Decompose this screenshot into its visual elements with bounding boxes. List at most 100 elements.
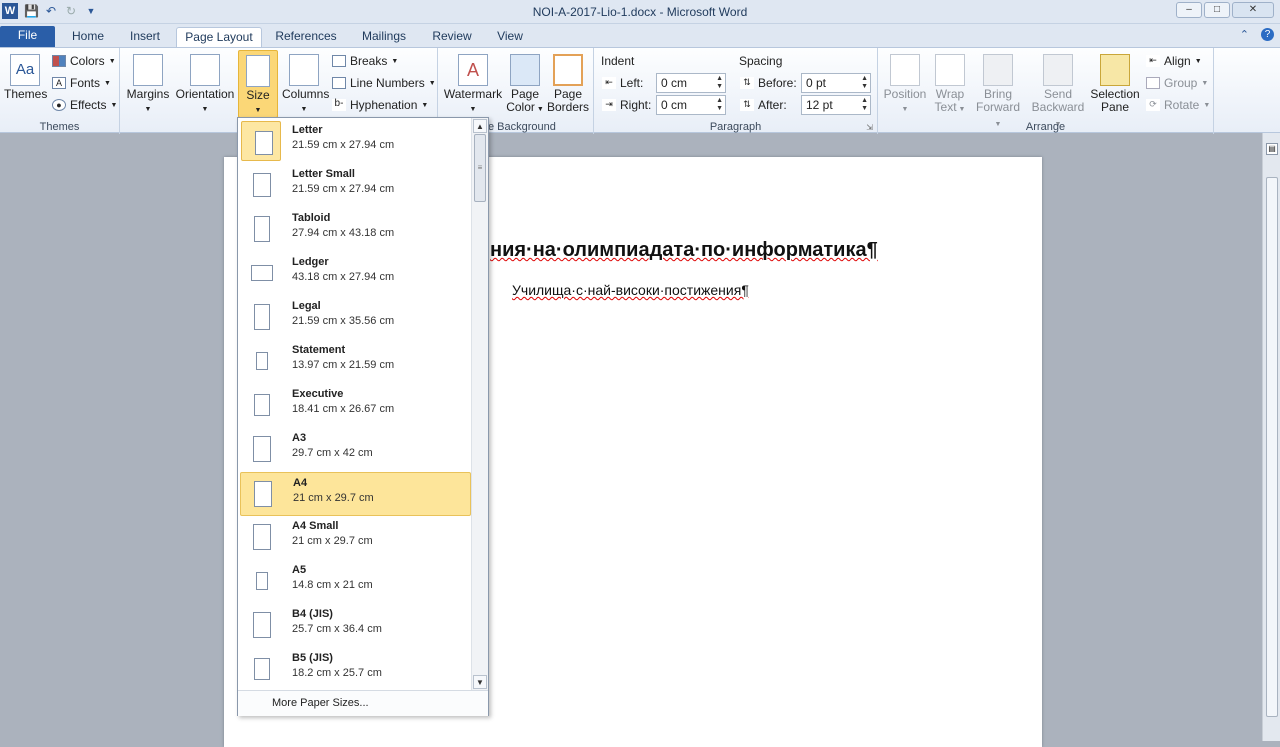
- watermark-button[interactable]: A Watermark ▼: [442, 54, 504, 116]
- columns-icon: [289, 54, 319, 86]
- paper-size-item[interactable]: Executive 18.41 cm x 26.67 cm: [240, 384, 471, 428]
- paper-size-thumbnail-icon: [254, 393, 270, 417]
- close-button[interactable]: ✕: [1232, 2, 1274, 18]
- paper-size-name: Letter: [292, 124, 323, 136]
- wrap-text-icon: [935, 54, 965, 86]
- paper-size-thumbnail-icon: [254, 658, 270, 680]
- paper-size-dimensions: 21.59 cm x 27.94 cm: [292, 139, 395, 151]
- colors-button[interactable]: Colors ▼: [52, 54, 116, 68]
- hyphenation-label: Hyphenation: [350, 98, 418, 112]
- paper-size-name: A5: [292, 564, 307, 576]
- page-borders-button[interactable]: Page Borders: [546, 54, 590, 114]
- paper-size-thumbnail-icon: [253, 216, 271, 242]
- effects-button[interactable]: ● Effects ▼: [52, 98, 117, 112]
- tab-page-layout[interactable]: Page Layout: [176, 27, 262, 47]
- indent-right-input[interactable]: 0 cm ▲ ▼: [656, 95, 726, 115]
- page-color-button[interactable]: Page Color ▼: [506, 54, 544, 116]
- help-icon[interactable]: ?: [1261, 28, 1274, 41]
- paper-size-item[interactable]: A4 Small 21 cm x 29.7 cm: [240, 516, 471, 560]
- paper-size-name: B5 (JIS): [292, 652, 333, 664]
- paper-size-item[interactable]: Tabloid 27.94 cm x 43.18 cm: [240, 208, 471, 252]
- scroll-down-icon[interactable]: ▼: [473, 675, 487, 689]
- indent-right-icon: ⇥: [602, 99, 616, 111]
- paper-size-dimensions: 21.59 cm x 27.94 cm: [292, 183, 395, 195]
- paper-size-thumbnail-icon: [254, 304, 270, 330]
- orientation-button[interactable]: Orientation ▼: [174, 54, 236, 116]
- group-button[interactable]: Group ▼: [1146, 76, 1208, 90]
- paper-size-thumbnail-icon: [252, 612, 272, 638]
- bring-forward-button[interactable]: Bring Forward ▼: [972, 54, 1024, 131]
- spacing-after-label: ⇅ After:: [740, 98, 787, 112]
- size-label: Size: [246, 88, 270, 102]
- paper-size-name: Ledger: [292, 256, 329, 268]
- paragraph-dialog-launcher-icon[interactable]: ⇲: [866, 123, 873, 132]
- spacing-after-input[interactable]: 12 pt ▲ ▼: [801, 95, 871, 115]
- effects-icon: ●: [52, 99, 66, 111]
- paper-size-item[interactable]: A4 21 cm x 29.7 cm: [240, 472, 471, 516]
- size-button[interactable]: Size ▼: [238, 50, 278, 118]
- paper-size-dimensions: 21.59 cm x 35.56 cm: [292, 315, 395, 327]
- spacing-before-input[interactable]: 0 pt ▲ ▼: [801, 73, 871, 93]
- more-paper-sizes-label: More Paper Sizes...: [272, 697, 369, 709]
- minimize-ribbon-icon[interactable]: ⌃: [1240, 28, 1249, 41]
- paper-size-item[interactable]: Letter 21.59 cm x 27.94 cm: [240, 120, 471, 164]
- hyphenation-button[interactable]: b‐ Hyphenation ▼: [332, 98, 428, 112]
- paper-size-item[interactable]: Ledger 43.18 cm x 27.94 cm: [240, 252, 471, 296]
- paper-size-thumbnail-icon: [252, 173, 272, 197]
- fonts-button[interactable]: A Fonts ▼: [52, 76, 111, 90]
- paper-size-name: A4: [293, 477, 308, 489]
- tab-home[interactable]: Home: [62, 27, 114, 47]
- wrap-label-1: Wrap: [935, 87, 965, 101]
- paper-size-dimensions: 27.94 cm x 43.18 cm: [292, 227, 395, 239]
- tab-insert[interactable]: Insert: [120, 27, 170, 47]
- send-backward-button[interactable]: Send Backward ▼: [1028, 54, 1088, 131]
- margins-button[interactable]: Margins ▼: [126, 54, 170, 116]
- rotate-button[interactable]: ⟳ Rotate ▼: [1146, 98, 1210, 112]
- paper-size-item[interactable]: B4 (JIS) 25.7 cm x 36.4 cm: [240, 604, 471, 648]
- tab-file[interactable]: File: [0, 26, 55, 47]
- tab-review[interactable]: Review: [424, 27, 480, 47]
- watermark-icon: A: [458, 54, 488, 86]
- paper-size-item[interactable]: B5 (JIS) 18.2 cm x 25.7 cm: [240, 648, 471, 690]
- paper-size-item[interactable]: Statement 13.97 cm x 21.59 cm: [240, 340, 471, 384]
- line-numbers-button[interactable]: Line Numbers ▼: [332, 76, 436, 90]
- themes-button[interactable]: Aa Themes: [4, 54, 47, 101]
- size-dropdown: Letter 21.59 cm x 27.94 cm Letter Small 21.…: [237, 117, 489, 716]
- paper-size-item[interactable]: A5 14.8 cm x 21 cm: [240, 560, 471, 604]
- selection-pane-button[interactable]: Selection Pane: [1090, 54, 1140, 114]
- tab-view[interactable]: View: [488, 27, 532, 47]
- scrollbar-thumb[interactable]: [1266, 177, 1278, 717]
- maximize-button[interactable]: □: [1204, 2, 1230, 18]
- ruler-toggle-icon[interactable]: ▤: [1266, 143, 1278, 155]
- tab-mailings[interactable]: Mailings: [352, 27, 416, 47]
- paper-size-item[interactable]: A3 29.7 cm x 42 cm: [240, 428, 471, 472]
- indent-right-label: ⇥ Right:: [602, 98, 651, 112]
- paper-size-item[interactable]: Legal 21.59 cm x 35.56 cm: [240, 296, 471, 340]
- position-label: Position: [883, 87, 927, 101]
- indent-left-input[interactable]: 0 cm ▲ ▼: [656, 73, 726, 93]
- paper-size-name: Executive: [292, 388, 344, 400]
- wrap-text-button[interactable]: Wrap Text ▼: [930, 54, 970, 116]
- tab-references[interactable]: References: [268, 27, 344, 47]
- paper-size-thumbnail-icon: [255, 572, 269, 590]
- align-button[interactable]: ⇤ Align ▼: [1146, 54, 1202, 68]
- more-paper-sizes-item[interactable]: More Paper Sizes...: [238, 690, 488, 716]
- minimize-button[interactable]: –: [1176, 2, 1202, 18]
- paper-size-scroll-thumb[interactable]: ≡: [474, 134, 486, 202]
- scroll-up-icon[interactable]: ▲: [473, 119, 487, 133]
- paper-size-thumbnail-icon: [256, 351, 268, 371]
- columns-button[interactable]: Columns ▼: [282, 54, 329, 116]
- breaks-button[interactable]: Breaks ▼: [332, 54, 398, 68]
- paper-size-item[interactable]: Letter Small 21.59 cm x 27.94 cm: [240, 164, 471, 208]
- document-heading[interactable]: ния·на·олимпиадата·по·информатика¶: [490, 239, 878, 262]
- align-icon: ⇤: [1146, 55, 1160, 67]
- paper-size-name: A3: [292, 432, 307, 444]
- document-scrollbar[interactable]: ▤: [1262, 133, 1280, 741]
- breaks-label: Breaks: [350, 54, 388, 68]
- title-bar: W 💾 ↶ ↻ ▼ NOI-A-2017-Lio-1.docx - Micros…: [0, 0, 1280, 24]
- paragraph-group-label: Paragraph: [709, 121, 762, 133]
- position-icon: [890, 54, 920, 86]
- paper-size-scrollbar[interactable]: ▲ ≡ ▼: [471, 118, 488, 690]
- document-subtitle[interactable]: Училища·с·най-високи·постижения¶: [512, 282, 749, 298]
- position-button[interactable]: Position ▼: [882, 54, 928, 116]
